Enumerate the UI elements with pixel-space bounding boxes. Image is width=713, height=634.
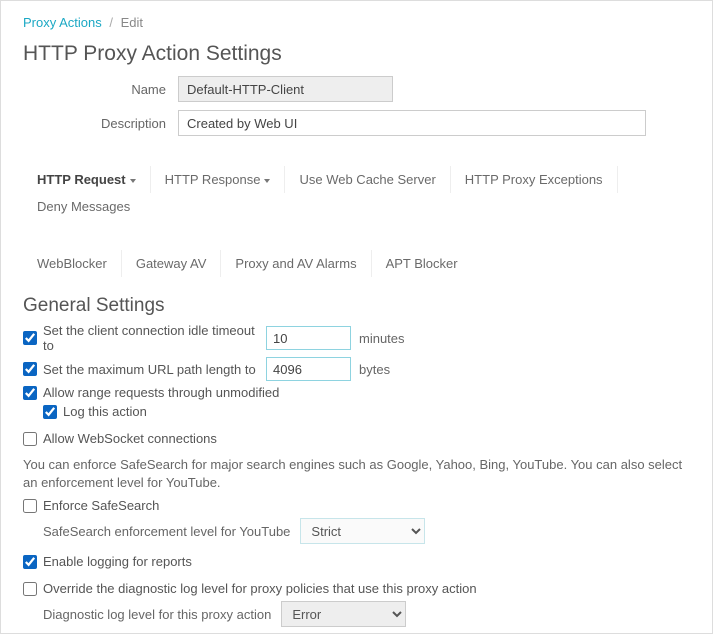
safesearch-level-select[interactable]: Strict: [300, 518, 425, 544]
breadcrumb: Proxy Actions / Edit: [23, 15, 690, 30]
tab-apt-blocker[interactable]: APT Blocker: [372, 250, 472, 277]
name-input[interactable]: [178, 76, 393, 102]
url-length-label: Set the maximum URL path length to: [43, 362, 258, 377]
section-title-general: General Settings: [23, 295, 690, 317]
tab-bar-row2: WebBlocker Gateway AV Proxy and AV Alarm…: [23, 250, 690, 277]
tab-http-response[interactable]: HTTP Response: [151, 166, 286, 193]
tab-webblocker[interactable]: WebBlocker: [23, 250, 122, 277]
url-length-input[interactable]: [266, 357, 351, 381]
tab-gateway-av[interactable]: Gateway AV: [122, 250, 222, 277]
breadcrumb-root-link[interactable]: Proxy Actions: [23, 15, 102, 30]
idle-timeout-checkbox[interactable]: [23, 331, 37, 345]
page-title: HTTP Proxy Action Settings: [23, 42, 690, 66]
enforce-safesearch-label: Enforce SafeSearch: [43, 498, 159, 513]
enable-logging-checkbox[interactable]: [23, 555, 37, 569]
range-requests-label: Allow range requests through unmodified: [43, 385, 279, 400]
url-length-unit: bytes: [359, 362, 390, 377]
tab-http-request[interactable]: HTTP Request: [23, 166, 151, 193]
breadcrumb-current: Edit: [121, 15, 143, 30]
enable-logging-label: Enable logging for reports: [43, 554, 192, 569]
idle-timeout-label: Set the client connection idle timeout t…: [43, 323, 258, 353]
chevron-down-icon: [130, 179, 136, 183]
log-action-label: Log this action: [63, 404, 147, 419]
description-input[interactable]: [178, 110, 646, 136]
override-diag-label: Override the diagnostic log level for pr…: [43, 581, 477, 596]
safesearch-help-text: You can enforce SafeSearch for major sea…: [23, 456, 690, 492]
idle-timeout-unit: minutes: [359, 331, 405, 346]
diag-level-select[interactable]: Error: [281, 601, 406, 627]
enforce-safesearch-checkbox[interactable]: [23, 499, 37, 513]
idle-timeout-input[interactable]: [266, 326, 351, 350]
websocket-checkbox[interactable]: [23, 432, 37, 446]
safesearch-level-label: SafeSearch enforcement level for YouTube: [43, 524, 290, 539]
override-diag-checkbox[interactable]: [23, 582, 37, 596]
websocket-label: Allow WebSocket connections: [43, 431, 217, 446]
tab-use-web-cache-server[interactable]: Use Web Cache Server: [285, 166, 450, 193]
diag-level-label: Diagnostic log level for this proxy acti…: [43, 607, 271, 622]
tab-http-proxy-exceptions[interactable]: HTTP Proxy Exceptions: [451, 166, 618, 193]
tab-deny-messages[interactable]: Deny Messages: [23, 193, 144, 220]
range-requests-checkbox[interactable]: [23, 386, 37, 400]
description-label: Description: [23, 116, 178, 131]
url-length-checkbox[interactable]: [23, 362, 37, 376]
chevron-down-icon: [264, 179, 270, 183]
breadcrumb-separator: /: [109, 15, 113, 30]
tab-proxy-and-av-alarms[interactable]: Proxy and AV Alarms: [221, 250, 371, 277]
tab-bar-row1: HTTP Request HTTP Response Use Web Cache…: [23, 166, 690, 220]
log-action-checkbox[interactable]: [43, 405, 57, 419]
name-label: Name: [23, 82, 178, 97]
